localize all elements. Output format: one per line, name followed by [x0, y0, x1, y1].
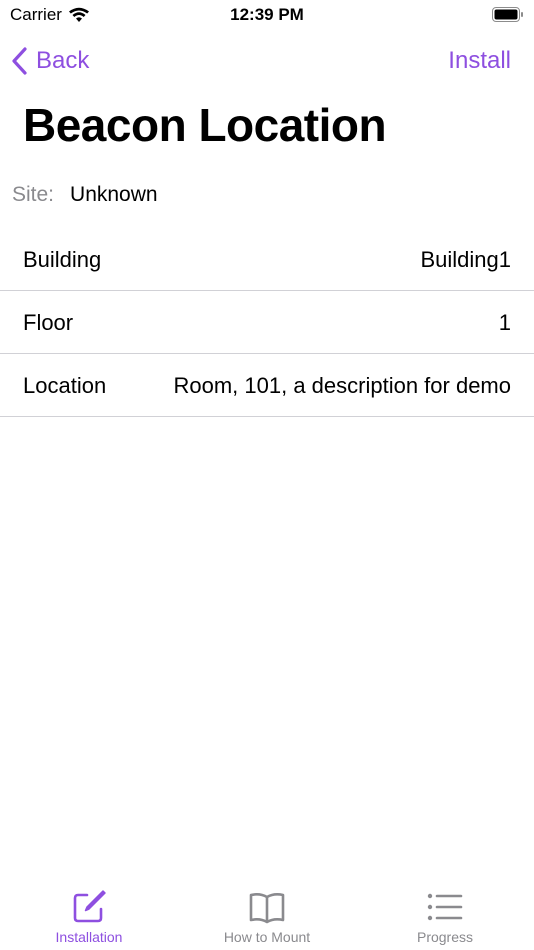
edit-icon [73, 890, 106, 923]
install-button[interactable]: Install [448, 44, 511, 78]
tab-progress[interactable]: Progress [356, 870, 534, 950]
row-value: Building1 [420, 246, 511, 272]
row-label: Location [23, 372, 107, 398]
row-label: Building [23, 246, 102, 272]
book-icon [249, 893, 285, 924]
tab-how-to-mount[interactable]: How to Mount [178, 870, 356, 950]
tab-label: Progress [416, 929, 474, 945]
status-time: 12:39 PM [230, 5, 304, 24]
row-building[interactable]: Building Building1 [0, 228, 534, 291]
list-icon [427, 893, 463, 921]
tab-label: Installation [55, 929, 123, 945]
site-value: Unknown [70, 183, 158, 206]
back-button[interactable]: Back [10, 44, 89, 78]
status-bar: Carrier 12:39 PM [0, 0, 534, 30]
screen: Carrier 12:39 PM Back Install Beacon Loc… [0, 0, 534, 950]
row-location[interactable]: Location Room, 101, a description for de… [0, 354, 534, 417]
battery-icon [492, 7, 523, 22]
site-row: Site: Unknown [12, 183, 158, 207]
tab-installation[interactable]: Installation [0, 870, 178, 950]
row-value: Room, 101, a description for demo [173, 372, 511, 398]
site-label: Site: [12, 183, 55, 206]
chevron-left-icon [12, 47, 27, 75]
back-label: Back [36, 47, 90, 74]
tab-label: How to Mount [223, 929, 311, 945]
page-title: Beacon Location [23, 99, 387, 151]
tab-bar: Installation How to Mount Progress [0, 870, 534, 950]
row-label: Floor [23, 309, 74, 335]
row-value: 1 [498, 309, 511, 335]
row-floor[interactable]: Floor 1 [0, 291, 534, 354]
detail-list: Building Building1 Floor 1 Location Room… [0, 228, 534, 417]
